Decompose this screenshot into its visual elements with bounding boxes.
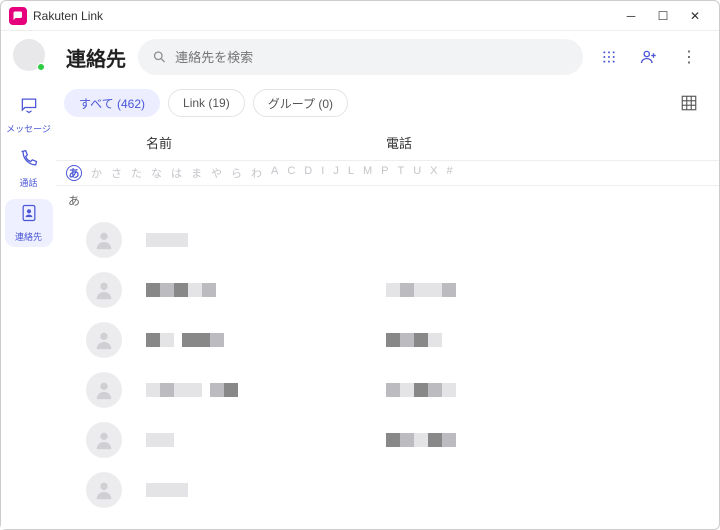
redacted-phone (386, 333, 442, 347)
alpha-index: あ か さ た な は ま や ら わ A C D I J L M P T U … (56, 160, 719, 186)
redacted-name (146, 433, 386, 447)
index-letter[interactable]: か (91, 165, 102, 181)
redacted-name (146, 383, 386, 397)
search-input[interactable] (138, 39, 583, 75)
index-letter[interactable]: ら (231, 165, 242, 181)
index-letter[interactable]: ま (191, 165, 202, 181)
page-title: 連絡先 (66, 43, 126, 72)
more-icon[interactable]: ⋮ (675, 43, 703, 71)
index-letter[interactable]: た (131, 165, 142, 181)
nav-label: メッセージ (6, 122, 51, 135)
window-title: Rakuten Link (33, 9, 103, 23)
message-icon (19, 95, 39, 120)
index-letter[interactable]: や (211, 165, 222, 181)
column-headers: 名前 電話 (56, 125, 719, 160)
index-letter[interactable]: さ (111, 165, 122, 181)
contact-row[interactable] (56, 265, 719, 315)
contact-avatar-icon (86, 472, 122, 508)
app-logo-icon (9, 7, 27, 25)
redacted-phone (386, 433, 456, 447)
contact-avatar-icon (86, 272, 122, 308)
index-letter[interactable]: D (304, 165, 312, 181)
header: 連絡先 ⋮ (56, 31, 719, 85)
presence-dot-icon (37, 63, 45, 71)
contact-row[interactable] (56, 465, 719, 515)
grid-view-icon[interactable] (675, 89, 703, 117)
add-contact-icon[interactable] (635, 43, 663, 71)
contacts-icon (19, 203, 39, 228)
index-letter[interactable]: L (348, 165, 354, 181)
redacted-name (146, 283, 386, 297)
nav-label: 通話 (19, 176, 37, 189)
contact-avatar-icon (86, 222, 122, 258)
contact-list (56, 215, 719, 529)
nav-messages[interactable]: メッセージ (5, 91, 53, 139)
index-letter[interactable]: J (333, 165, 339, 181)
filter-tabs: すべて (462) Link (19) グループ (0) (56, 85, 719, 125)
index-letter[interactable]: M (363, 165, 372, 181)
index-letter[interactable]: T (397, 165, 404, 181)
maximize-button[interactable]: ☐ (647, 6, 679, 26)
index-letter[interactable]: わ (251, 165, 262, 181)
dialpad-icon[interactable] (595, 43, 623, 71)
col-name: 名前 (146, 133, 386, 152)
search-field[interactable] (175, 50, 569, 65)
index-letter[interactable]: C (287, 165, 295, 181)
index-letter[interactable]: U (413, 165, 421, 181)
index-letter[interactable]: あ (66, 165, 82, 181)
index-letter[interactable]: A (271, 165, 278, 181)
tab-link[interactable]: Link (19) (168, 89, 245, 117)
redacted-name (146, 233, 386, 247)
contact-row[interactable] (56, 415, 719, 465)
contact-row[interactable] (56, 315, 719, 365)
redacted-phone (386, 283, 456, 297)
search-icon (152, 49, 167, 65)
index-letter[interactable]: P (381, 165, 388, 181)
contact-avatar-icon (86, 372, 122, 408)
col-phone: 電話 (386, 133, 412, 152)
redacted-phone (386, 383, 456, 397)
index-letter[interactable]: な (151, 165, 162, 181)
nav-contacts[interactable]: 連絡先 (5, 199, 53, 247)
nav-calls[interactable]: 通話 (5, 145, 53, 193)
index-letter[interactable]: は (171, 165, 182, 181)
contact-row[interactable] (56, 215, 719, 265)
index-letter[interactable]: I (321, 165, 324, 181)
avatar[interactable] (13, 39, 45, 71)
index-letter[interactable]: X (430, 165, 437, 181)
tab-all[interactable]: すべて (462) (64, 89, 160, 117)
redacted-name (146, 483, 386, 497)
contact-avatar-icon (86, 422, 122, 458)
phone-icon (19, 149, 39, 174)
contact-avatar-icon (86, 322, 122, 358)
close-button[interactable]: ✕ (679, 6, 711, 26)
titlebar: Rakuten Link ─ ☐ ✕ (1, 1, 719, 31)
tab-group[interactable]: グループ (0) (253, 89, 348, 117)
minimize-button[interactable]: ─ (615, 6, 647, 26)
section-letter: あ (56, 186, 719, 215)
sidebar: メッセージ 通話 連絡先 (1, 31, 56, 529)
nav-label: 連絡先 (15, 230, 42, 243)
contact-row[interactable] (56, 365, 719, 415)
redacted-name (146, 333, 386, 347)
index-letter[interactable]: # (446, 165, 452, 181)
